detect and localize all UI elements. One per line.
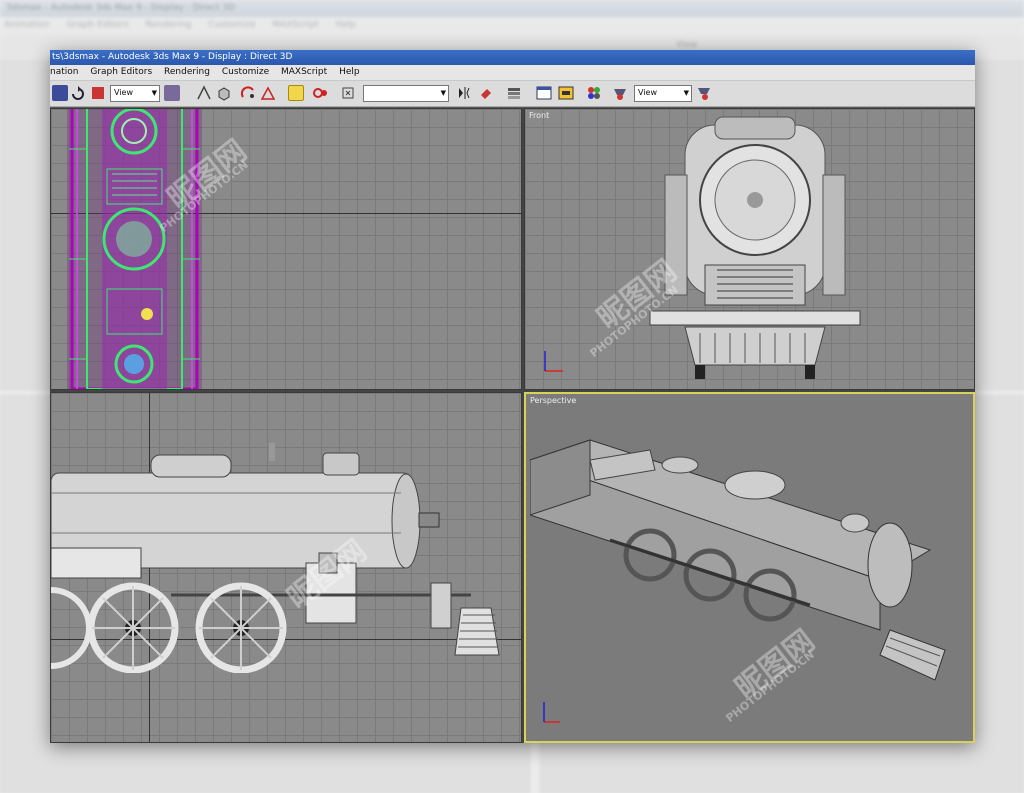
window-titlebar: ts\3dsmax - Autodesk 3ds Max 9 - Display… — [50, 50, 975, 65]
menu-animation[interactable]: nation — [50, 65, 78, 77]
main-toolbar: View ▼ ▼ View ▼ — [50, 81, 975, 107]
render-type-dropdown[interactable]: View ▼ — [634, 85, 692, 102]
background-menu-item: MAXScript — [272, 20, 319, 30]
perspective-viewport[interactable]: Perspective — [524, 392, 975, 743]
background-menu-item: Rendering — [145, 20, 192, 30]
axis-tripod-icon — [544, 351, 563, 372]
background-menu-item: Customize — [208, 20, 256, 30]
train-front-model — [649, 116, 861, 379]
menu-maxscript[interactable]: MAXScript — [281, 65, 327, 77]
pivot-icon[interactable] — [164, 85, 180, 101]
align-icon[interactable] — [478, 85, 494, 101]
mirror-icon[interactable] — [456, 85, 472, 101]
train-top-wireframe — [67, 109, 202, 389]
material-editor-icon[interactable] — [586, 85, 602, 101]
render-scene-icon[interactable] — [612, 85, 628, 101]
menu-help[interactable]: Help — [339, 65, 360, 77]
rotate-icon[interactable] — [70, 85, 86, 101]
scale-icon[interactable] — [90, 85, 106, 101]
schematic-view-icon[interactable] — [558, 85, 574, 101]
background-menu-item: Animation — [4, 20, 50, 30]
menu-bar: nation Graph Editors Rendering Customize… — [50, 65, 975, 81]
snap-toggle-icon[interactable] — [240, 85, 256, 101]
named-selection-sets-dropdown[interactable]: ▼ — [363, 85, 449, 102]
train-side-model — [51, 443, 500, 673]
layer-manager-icon[interactable] — [506, 85, 522, 101]
named-selection-icon[interactable] — [340, 85, 356, 101]
menu-graph-editors[interactable]: Graph Editors — [90, 65, 152, 77]
keyboard-shortcut-icon[interactable] — [216, 85, 232, 101]
menu-rendering[interactable]: Rendering — [164, 65, 210, 77]
left-viewport[interactable] — [50, 392, 522, 743]
background-menu-item: Help — [335, 20, 357, 30]
viewport-area: Front Perspective — [50, 108, 975, 743]
top-viewport[interactable] — [50, 108, 522, 390]
background-menu-item: Graph Editors — [66, 20, 129, 30]
background-titlebar: 3dsmax - Autodesk 3ds Max 9 - Display : … — [0, 0, 1024, 17]
front-viewport[interactable]: Front — [524, 108, 975, 390]
background-menubar: Animation Graph Editors Rendering Custom… — [0, 17, 1024, 35]
train-perspective-model — [530, 439, 946, 681]
quick-render-icon[interactable] — [696, 85, 712, 101]
percent-snap-icon[interactable] — [288, 85, 304, 101]
axis-tripod-icon — [543, 702, 560, 723]
select-manipulate-icon[interactable] — [196, 85, 212, 101]
menu-customize[interactable]: Customize — [222, 65, 269, 77]
select-move-icon[interactable] — [52, 85, 68, 101]
viewport-label: Front — [529, 111, 550, 120]
viewport-label: Perspective — [530, 396, 577, 405]
curve-editor-icon[interactable] — [536, 85, 552, 101]
angle-snap-icon[interactable] — [260, 85, 276, 101]
app-window: ts\3dsmax - Autodesk 3ds Max 9 - Display… — [50, 50, 975, 743]
spinner-snap-icon[interactable] — [312, 85, 328, 101]
reference-coordinate-dropdown[interactable]: View ▼ — [110, 85, 160, 102]
background-view-dropdown: View — [676, 40, 698, 50]
